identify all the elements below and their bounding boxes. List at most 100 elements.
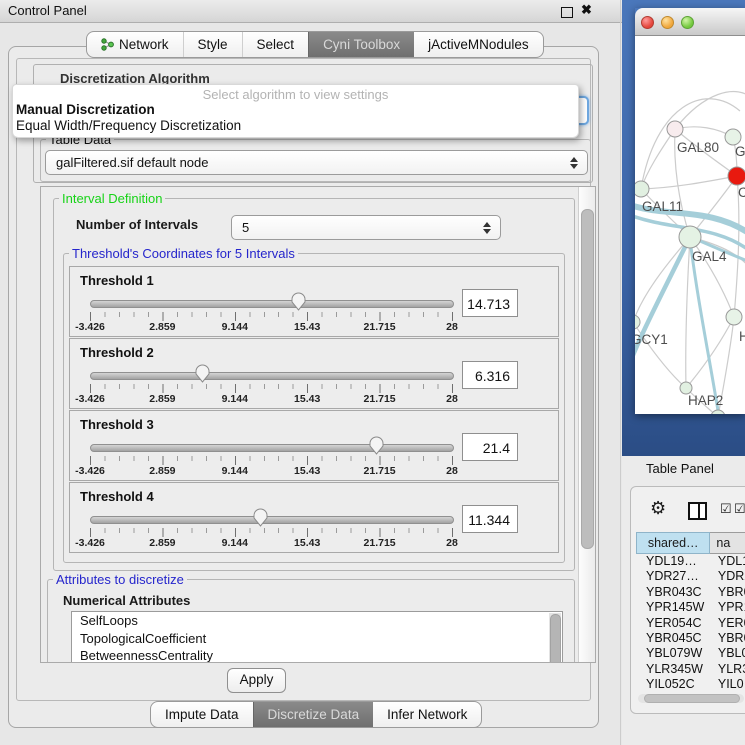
checkbox-icon[interactable]: ☑ [734, 501, 745, 517]
slider-thumb[interactable] [369, 436, 384, 455]
node-label: GA [735, 144, 745, 159]
tick-label: 28 [446, 321, 458, 333]
slider-thumb[interactable] [291, 292, 306, 311]
gear-icon[interactable]: ⚙ [650, 498, 666, 519]
node-label: H [739, 329, 745, 344]
tab-select[interactable]: Select [242, 32, 309, 57]
threshold-value-field[interactable]: 14.713 [462, 289, 518, 317]
node-label: C [738, 185, 745, 200]
number-of-intervals-select[interactable]: 5 [231, 215, 501, 240]
network-edge-highlighted[interactable] [690, 239, 719, 414]
number-of-intervals-value: 5 [242, 220, 249, 235]
slider-thumb[interactable] [253, 508, 268, 527]
network-edge[interactable] [690, 176, 737, 237]
tick-label: 21.715 [364, 393, 396, 405]
node-table[interactable]: shared… na YDL19…YDL1YDR27…YDR2YBR043CYB… [636, 532, 745, 693]
tab-network[interactable]: Network [87, 32, 183, 57]
apply-button[interactable]: Apply [227, 668, 286, 693]
tab-infer-network[interactable]: Infer Network [373, 702, 481, 727]
table-row[interactable]: YBR045CYBR0 [636, 631, 745, 646]
settings-scrollbar-thumb[interactable] [581, 209, 594, 549]
threshold-value-field[interactable]: 21.4 [462, 433, 518, 461]
table-row[interactable]: YIL052CYIL0 [636, 677, 745, 692]
network-node[interactable] [679, 226, 701, 248]
algorithm-dropdown-popup: Select algorithm to view settings Manual… [12, 84, 579, 138]
tab-cyni-toolbox[interactable]: Cyni Toolbox [308, 32, 414, 57]
threshold-label: Threshold 4 [80, 489, 154, 504]
mac-zoom-icon[interactable] [681, 16, 694, 29]
tick-label: 9.144 [222, 393, 248, 405]
tab-impute-data[interactable]: Impute Data [151, 702, 253, 727]
float-window-icon[interactable] [561, 7, 573, 18]
network-node[interactable] [728, 167, 745, 185]
numerical-attributes-list[interactable]: SelfLoopsTopologicalCoefficientBetweenne… [71, 611, 563, 663]
tab-style[interactable]: Style [183, 32, 242, 57]
slider-track[interactable] [90, 516, 454, 524]
node-label: GCY1 [635, 332, 668, 347]
network-window[interactable]: GAL80GACGAL11GAL4GCY1HHAP2 [635, 8, 745, 414]
table-row[interactable]: YPR145WYPR1 [636, 600, 745, 615]
threshold-row: Threshold 3-3.4262.8599.14415.4321.71528… [69, 410, 559, 481]
checkbox-icon[interactable]: ☑ [720, 501, 732, 517]
tick-label: 21.715 [364, 537, 396, 549]
attribute-item[interactable]: BetweennessCentrality [72, 647, 562, 663]
slider-track[interactable] [90, 300, 454, 308]
algorithm-option[interactable]: Manual Discretization [13, 102, 578, 118]
column-header-shared-name[interactable]: shared… [636, 532, 710, 554]
network-edge[interactable] [675, 92, 745, 129]
bottom-tab-bar: Impute DataDiscretize DataInfer Network [150, 701, 482, 728]
interval-definition-title: Interval Definition [59, 191, 165, 206]
network-edge[interactable] [641, 129, 675, 189]
network-node[interactable] [635, 315, 640, 329]
table-data-select[interactable]: galFiltered.sif default node [45, 150, 588, 175]
control-panel-title: Control Panel [8, 3, 87, 18]
network-node[interactable] [711, 410, 725, 414]
column-header-name[interactable]: na [710, 532, 745, 554]
network-edge[interactable] [686, 317, 734, 388]
list-scrollbar[interactable] [549, 613, 561, 663]
table-row[interactable]: YER054CYER0 [636, 616, 745, 631]
slider-major-ticks [90, 384, 454, 393]
network-edge[interactable] [641, 176, 737, 189]
attribute-item[interactable]: TopologicalCoefficient [72, 630, 562, 648]
network-icon [101, 38, 114, 51]
table-row[interactable]: YDR27…YDR2 [636, 569, 745, 584]
table-row[interactable]: YDL19…YDL1 [636, 554, 745, 569]
slider-thumb[interactable] [195, 364, 210, 383]
slider-track[interactable] [90, 372, 454, 380]
network-edge[interactable] [686, 237, 690, 388]
table-row[interactable]: YBR043CYBR0 [636, 585, 745, 600]
network-node[interactable] [725, 129, 741, 145]
combo-spinner-icon [482, 222, 490, 234]
tick-label: -3.426 [75, 393, 105, 405]
tab-discretize-data[interactable]: Discretize Data [253, 702, 374, 727]
attribute-item[interactable]: SelfLoops [72, 612, 562, 630]
network-edge-highlighted[interactable] [635, 237, 690, 371]
panel-splitter[interactable] [620, 0, 621, 745]
node-label: GAL4 [692, 249, 727, 264]
tick-label: 2.859 [149, 393, 175, 405]
table-hscrollbar[interactable] [638, 694, 744, 703]
threshold-value-field[interactable]: 6.316 [462, 361, 518, 389]
table-row[interactable]: YLR345WYLR3 [636, 662, 745, 677]
algorithm-option[interactable]: Equal Width/Frequency Discretization [13, 118, 578, 134]
network-node[interactable] [635, 181, 649, 197]
close-icon[interactable]: ✖ [581, 2, 592, 18]
network-node[interactable] [726, 309, 742, 325]
tab-jactivemnodules[interactable]: jActiveMNodules [414, 32, 543, 57]
columns-icon[interactable] [688, 502, 707, 520]
tick-label: 15.43 [294, 537, 320, 549]
mac-close-icon[interactable] [641, 16, 654, 29]
tick-label: -3.426 [75, 321, 105, 333]
slider-track[interactable] [90, 444, 454, 452]
top-tab-bar: NetworkStyleSelectCyni ToolboxjActiveMNo… [86, 31, 544, 58]
threshold-value-field[interactable]: 11.344 [462, 505, 518, 533]
network-canvas[interactable]: GAL80GACGAL11GAL4GCY1HHAP2 [635, 36, 745, 414]
mac-minimize-icon[interactable] [661, 16, 674, 29]
network-node[interactable] [667, 121, 683, 137]
network-window-titlebar[interactable] [635, 8, 745, 36]
table-row[interactable]: YBL079WYBL0 [636, 646, 745, 661]
threshold-row: Threshold 4-3.4262.8599.14415.4321.71528… [69, 482, 559, 553]
threshold-label: Threshold 1 [80, 273, 154, 288]
number-of-intervals-label: Number of Intervals [76, 217, 198, 232]
